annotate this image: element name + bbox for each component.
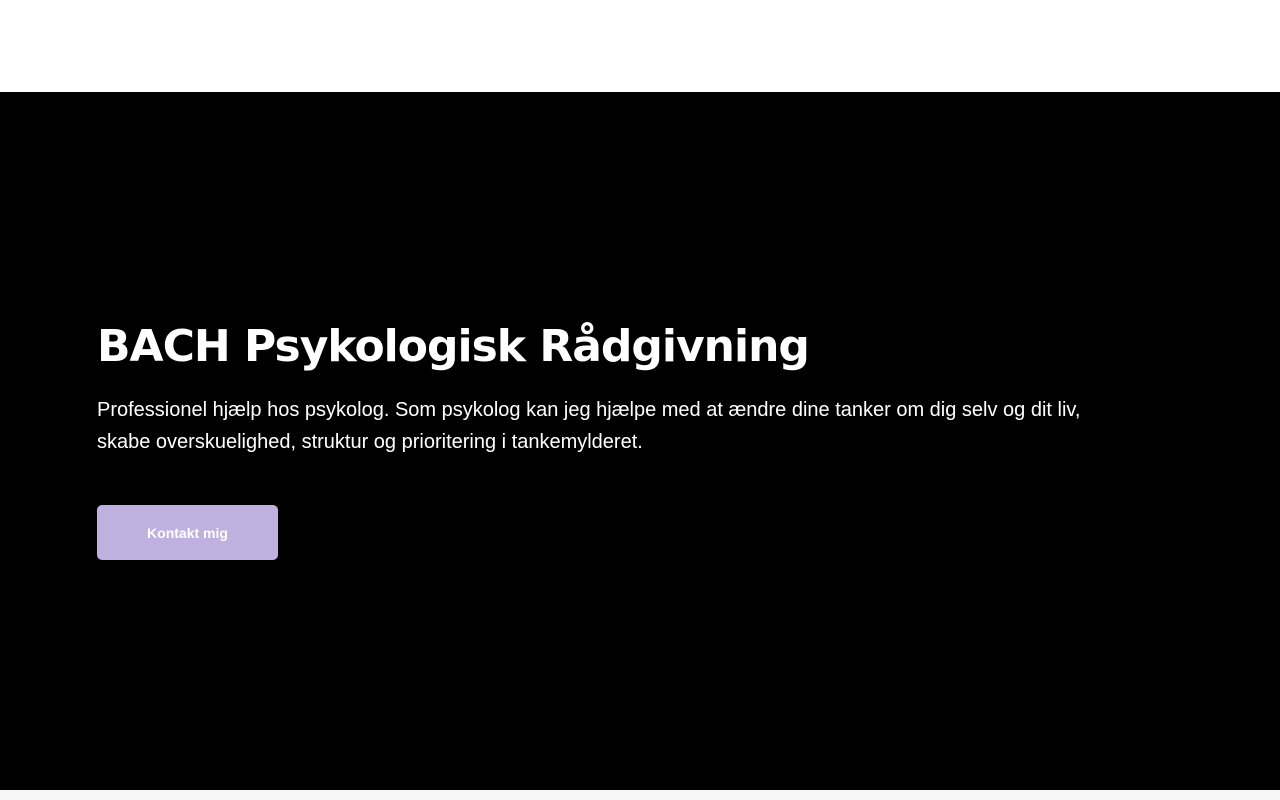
site-header [0,0,1280,92]
hero-subtitle: Professionel hjælp hos psykolog. Som psy… [97,399,1081,453]
contact-button[interactable]: Kontakt mig [97,505,278,560]
hero-title: BACH Psykologisk Rådgivning [97,321,810,372]
hero-section: BACH Psykologisk Rådgivning Professionel… [0,92,1280,790]
page-bottom-divider [0,790,1280,800]
